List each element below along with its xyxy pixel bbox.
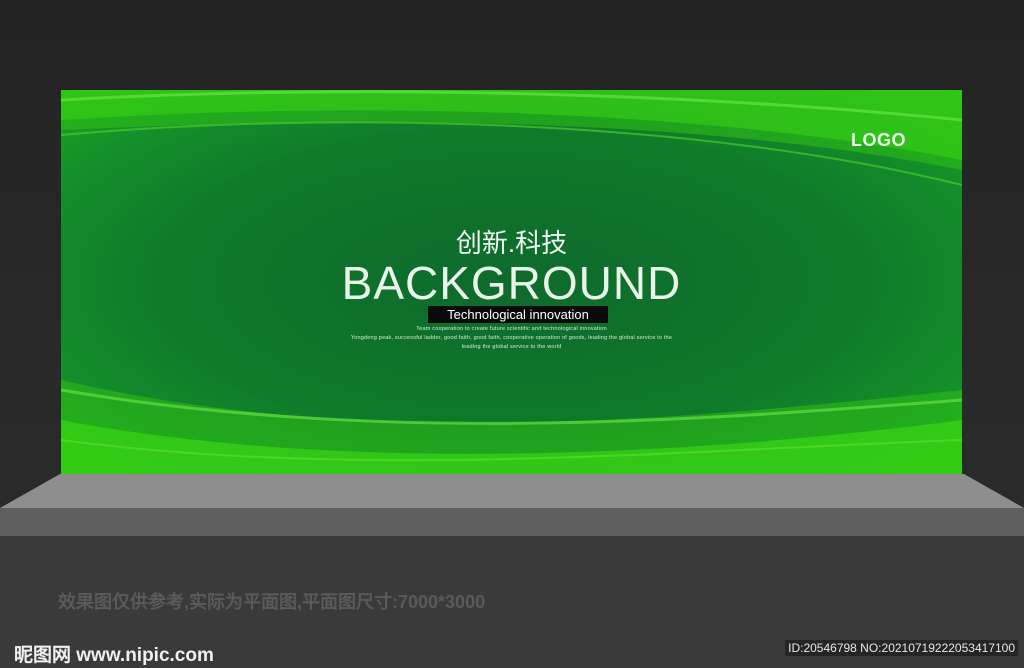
reference-caption: 效果图仅供参考,实际为平面图,平面图尺寸:7000*3000 xyxy=(58,592,486,612)
main-title: BACKGROUND xyxy=(341,257,682,309)
chinese-title: 创新.科技 xyxy=(455,228,568,258)
body-line-2: Yongdeng peak, successful ladder, good f… xyxy=(350,335,673,341)
body-line-3: leading the global service to the world xyxy=(461,344,562,350)
body-line-1: Team cooperation to create future scient… xyxy=(416,326,607,332)
stage-front-face xyxy=(0,508,1024,536)
logo-text: LOGO xyxy=(851,130,906,150)
stage-platform xyxy=(0,474,1024,508)
banner-backdrop: LOGO 创新.科技 BACKGROUND Technological inno… xyxy=(61,90,962,474)
image-id-watermark: ID:20546798 NO:20210719222053417100 xyxy=(785,640,1018,656)
subtitle-label: Technological innovation xyxy=(428,306,608,323)
site-watermark: 昵图网 www.nipic.com xyxy=(14,645,214,666)
